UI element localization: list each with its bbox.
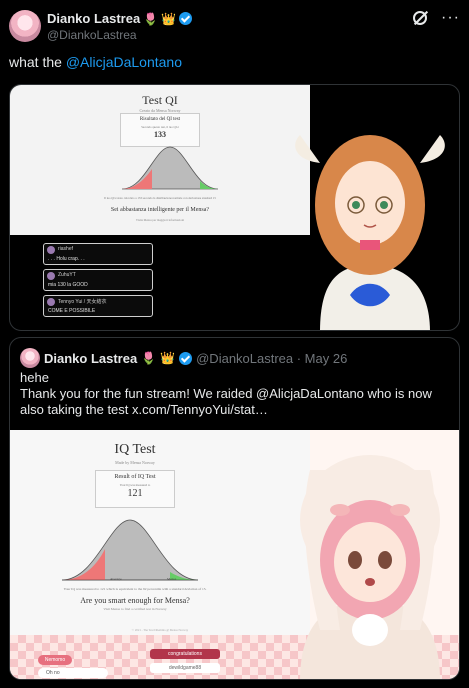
- chat-avatar: [47, 298, 55, 306]
- tweet-media[interactable]: Test QI Creato da Mensa Norway Risultato…: [9, 84, 460, 331]
- header-actions: ···: [413, 10, 460, 26]
- author-name-row[interactable]: Dianko Lastrea 🌷 👑: [47, 11, 193, 26]
- tweet-text-prefix: what the: [9, 54, 66, 70]
- tweet-mention-link[interactable]: @AlicjaDaLontano: [66, 54, 182, 70]
- quoted-author-name: Dianko Lastrea: [44, 350, 138, 366]
- more-options-icon[interactable]: ···: [441, 10, 460, 26]
- iq-page-subtitle: Made by Mensa Norway: [115, 460, 155, 465]
- tweet-text: what the @AlicjaDaLontano: [9, 54, 182, 70]
- stream-chat: riashef . . . Holu crap. . . ZuhuYT mia …: [43, 243, 153, 321]
- crown-emoji: 👑: [161, 11, 177, 26]
- vtuber-avatar-image: [295, 135, 445, 330]
- chat-message-pill: dewildgame88: [150, 663, 220, 673]
- verified-badge-icon: [179, 351, 193, 365]
- quoted-text-line: hehe: [20, 370, 49, 385]
- iq-axis-label: Mensa: [167, 577, 177, 581]
- author-display-name[interactable]: Dianko Lastrea: [47, 11, 140, 26]
- iq-note: Your IQ was measured to 121 which is equ…: [63, 587, 207, 591]
- quoted-tweet[interactable]: Dianko Lastrea 🌷 👑 @DiankoLastrea · May …: [9, 337, 460, 680]
- author-avatar[interactable]: [9, 10, 41, 42]
- chat-message: ZuhuYT mia 130 la GOOD: [43, 269, 153, 291]
- quoted-tweet-text: hehe Thank you for the fun stream! We ra…: [20, 370, 450, 418]
- iq-question: Are you smart enough for Mensa?: [80, 596, 190, 605]
- iq-test-screenshot: Test QI Creato da Mensa Norway Risultato…: [10, 85, 310, 235]
- grok-icon[interactable]: [413, 11, 428, 25]
- chat-username-pill: Nemomo: [38, 655, 72, 665]
- chat-avatar: [47, 272, 55, 280]
- iq-footer: © 2021 - The Test Dilemma @ Mensa Norway: [131, 628, 189, 632]
- chat-message-pill: congratulations: [150, 649, 220, 659]
- quoted-tweet-media: IQ Test Made by Mensa Norway Result of I…: [10, 430, 459, 679]
- iq-bell-curve: [121, 146, 219, 190]
- iq-link: Visit Mensa to find a certified test in …: [103, 607, 167, 611]
- chat-username: ZuhuYT: [58, 272, 76, 278]
- crown-emoji: 👑: [160, 351, 176, 365]
- chat-message-pill: Oh no: [38, 668, 108, 678]
- quoted-text-line: Thank you for the fun stream! We raided …: [20, 386, 432, 417]
- quoted-handle-date: @DiankoLastrea · May 26: [196, 350, 348, 366]
- iq-result-card: Risultato del QI test Secondo questo tes…: [120, 113, 200, 147]
- iq-card-heading: Result of IQ Test: [114, 474, 156, 480]
- iq-link: Visita Mensa per maggiori informazioni: [135, 218, 185, 222]
- iq-result-card: Result of IQ Test Your IQ was measured t…: [95, 470, 175, 508]
- quoted-author-avatar: [20, 348, 40, 368]
- chat-text: mia 130 la GOOD: [48, 282, 88, 288]
- iq-card-subtext: Secondo questo test, il tuo QI è: [141, 125, 179, 129]
- iq-card-value: 121: [127, 488, 143, 499]
- tweet-header: Dianko Lastrea 🌷 👑 @DiankoLastrea ···: [9, 10, 460, 44]
- iq-bell-curve: [61, 519, 199, 581]
- iq-card-heading: Risultato del QI test: [139, 117, 181, 122]
- chat-text: . . . Holu crap. . .: [48, 256, 85, 262]
- chat-message: riashef . . . Holu crap. . .: [43, 243, 153, 265]
- chat-username: Tennyo Yui / 天女結衣: [58, 299, 107, 305]
- iq-card-value: 133: [154, 130, 166, 139]
- author-handle[interactable]: @DiankoLastrea: [47, 28, 137, 42]
- tulip-emoji: 🌷: [141, 351, 157, 365]
- iq-question: Sei abbastanza intelligente per il Mensa…: [110, 207, 210, 213]
- tulip-emoji: 🌷: [143, 11, 159, 26]
- chat-text: COME E POSSIBILE: [48, 308, 96, 314]
- iq-note: Il tuo QI è stato calcolato a 133 second…: [104, 196, 216, 200]
- iq-page-title: Test QI: [142, 93, 178, 107]
- vtuber-bunny-avatar-image: [300, 455, 440, 679]
- chat-avatar: [47, 246, 55, 254]
- chat-username: riashef: [58, 246, 74, 252]
- iq-card-subtext: Your IQ was measured to: [119, 483, 151, 487]
- quoted-tweet-header: Dianko Lastrea 🌷 👑 @DiankoLastrea · May …: [20, 348, 347, 368]
- verified-badge-icon[interactable]: [179, 12, 193, 25]
- chat-message: Tennyo Yui / 天女結衣 COME E POSSIBILE: [43, 295, 153, 317]
- iq-axis-label: Average: [110, 577, 122, 581]
- iq-page-title: IQ Test: [114, 442, 156, 457]
